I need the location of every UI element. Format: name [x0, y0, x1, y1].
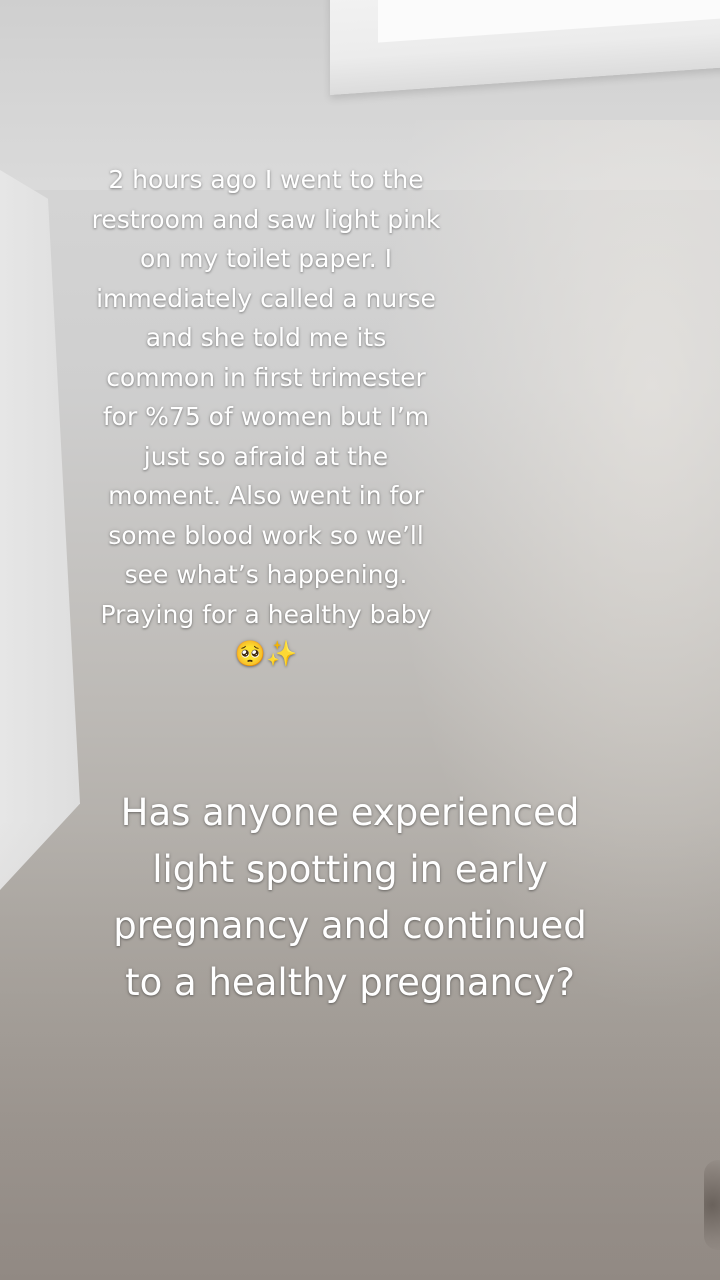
question-caption: Has anyone experienced light spotting in…: [113, 791, 587, 1004]
object-at-edge: [704, 1160, 720, 1250]
story-text-caption: 2 hours ago I went to the restroom and s…: [91, 165, 441, 668]
